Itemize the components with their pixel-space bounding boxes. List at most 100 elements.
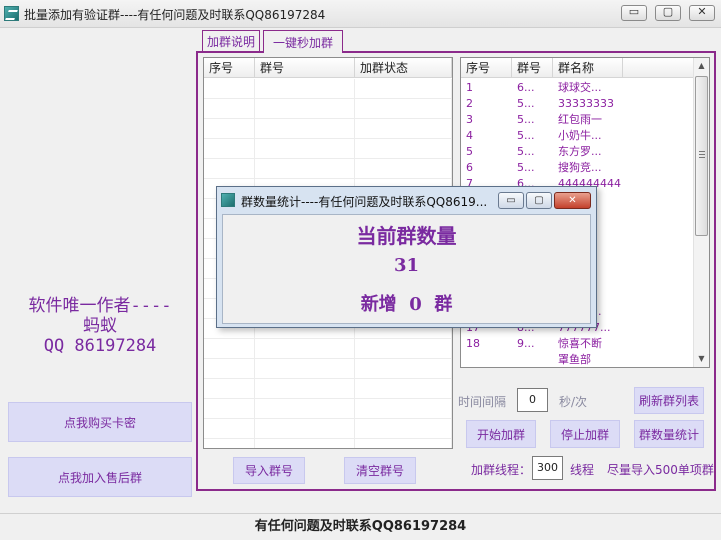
- table-row[interactable]: 6 5... 搜狗竞...: [461, 160, 694, 176]
- table-row[interactable]: 1 6... 球球交...: [461, 80, 694, 96]
- cell-num: 9...: [517, 337, 535, 350]
- interval-unit: 秒/次: [559, 395, 588, 409]
- grid-cell: [255, 359, 355, 379]
- new-unit: 群: [434, 294, 453, 315]
- col-index[interactable]: 序号: [204, 58, 255, 78]
- table-row[interactable]: 2 5... 33333333: [461, 96, 694, 112]
- grid-cell: [355, 79, 452, 99]
- close-icon: ✕: [568, 195, 577, 206]
- scroll-thumb[interactable]: [695, 76, 708, 236]
- cell-name: 33333333: [558, 97, 614, 110]
- table-row[interactable]: 4 5... 小奶牛...: [461, 128, 694, 144]
- cell-idx: 6: [466, 161, 473, 174]
- interval-label: 时间间隔: [458, 395, 507, 409]
- import-groups-button[interactable]: 导入群号: [233, 457, 305, 484]
- cell-idx: 4: [466, 129, 473, 142]
- grid-cell: [204, 359, 255, 379]
- cell-num: 6...: [517, 81, 535, 94]
- grid-cell: [355, 419, 452, 439]
- grid-cell: [355, 159, 452, 179]
- grid-cell: [255, 379, 355, 399]
- tab-quick-join[interactable]: 一键秒加群: [263, 30, 343, 53]
- col-join-status[interactable]: 加群状态: [355, 58, 452, 78]
- minimize-button[interactable]: ▭: [621, 5, 647, 21]
- grid-cell: [204, 379, 255, 399]
- grid-cell: [255, 119, 355, 139]
- dialog-maximize-button[interactable]: ▢: [526, 192, 552, 209]
- cell-name: 惊喜不断: [558, 337, 602, 350]
- new-count-value: 0: [409, 294, 422, 315]
- grid-cell: [204, 439, 255, 448]
- clear-groups-button[interactable]: 清空群号: [344, 457, 416, 484]
- join-group-button[interactable]: 点我加入售后群: [8, 457, 192, 497]
- cell-idx: 18: [466, 337, 480, 350]
- table-row[interactable]: 3 5... 红包雨一: [461, 112, 694, 128]
- table-row[interactable]: 罩鱼部: [461, 352, 694, 367]
- group-list-scrollbar[interactable]: ▲ ▼: [693, 58, 709, 367]
- maximize-icon: ▢: [662, 5, 674, 18]
- cell-idx: 1: [466, 81, 473, 94]
- stop-join-button[interactable]: 停止加群: [550, 420, 620, 448]
- table-row[interactable]: 5 5... 东方罗...: [461, 144, 694, 160]
- grid-cell: [255, 419, 355, 439]
- group-count-dialog: 群数量统计----有任何问题及时联系QQ8619... ▭ ▢ ✕ 当前群数量 …: [216, 186, 597, 328]
- threads-input[interactable]: 300: [532, 456, 563, 480]
- col-group-number[interactable]: 群号: [255, 58, 355, 78]
- grid-cell: [204, 339, 255, 359]
- cell-name: 球球交...: [558, 81, 602, 94]
- author-info: 软件唯一作者---- 蚂蚁 QQ 86197284: [0, 296, 200, 356]
- dialog-title-bar: 群数量统计----有任何问题及时联系QQ8619... ▭ ▢ ✕: [217, 187, 596, 213]
- grid-cell: [204, 119, 255, 139]
- maximize-icon: ▢: [534, 195, 544, 206]
- group-count-button[interactable]: 群数量统计: [634, 420, 704, 448]
- import-hint: 尽量导入500单项群: [607, 463, 714, 477]
- threads-label: 加群线程：: [471, 463, 532, 477]
- grid-cell: [255, 399, 355, 419]
- grid-cell: [355, 439, 452, 448]
- dialog-app-icon: [221, 193, 235, 207]
- cell-name: 搜狗竞...: [558, 161, 602, 174]
- cell-num: 5...: [517, 113, 535, 126]
- grid-cell: [255, 159, 355, 179]
- new-count-line: 新增 0 群: [223, 290, 590, 316]
- cell-num: 5...: [517, 129, 535, 142]
- grid-cell: [355, 119, 452, 139]
- author-line-2: 蚂蚁: [83, 316, 117, 336]
- grid-cell: [355, 359, 452, 379]
- author-line-1: 软件唯一作者----: [28, 296, 172, 316]
- dialog-minimize-button[interactable]: ▭: [498, 192, 524, 209]
- col-group-number[interactable]: 群号: [512, 58, 553, 78]
- col-index[interactable]: 序号: [461, 58, 512, 78]
- buy-card-button[interactable]: 点我购买卡密: [8, 402, 192, 442]
- cell-name: 小奶牛...: [558, 129, 602, 142]
- refresh-list-button[interactable]: 刷新群列表: [634, 387, 704, 414]
- start-join-button[interactable]: 开始加群: [466, 420, 536, 448]
- grid-cell: [355, 99, 452, 119]
- close-icon: ✕: [697, 5, 707, 18]
- scroll-down-icon[interactable]: ▼: [694, 351, 709, 367]
- grid-cell: [204, 79, 255, 99]
- dialog-body: 当前群数量 31 新增 0 群: [222, 214, 591, 324]
- close-button[interactable]: ✕: [689, 5, 715, 21]
- current-count-value: 31: [393, 255, 420, 276]
- table-row[interactable]: 18 9... 惊喜不断: [461, 336, 694, 352]
- dialog-close-button[interactable]: ✕: [554, 192, 591, 209]
- grid-cell: [255, 139, 355, 159]
- grid-cell: [204, 159, 255, 179]
- grid-cell: [255, 339, 355, 359]
- tab-instructions[interactable]: 加群说明: [202, 30, 260, 52]
- grid-cell: [355, 379, 452, 399]
- cell-name: 红包雨一: [558, 113, 602, 126]
- scroll-up-icon[interactable]: ▲: [694, 58, 709, 74]
- cell-idx: 2: [466, 97, 473, 110]
- grid-cell: [355, 399, 452, 419]
- cell-num: 5...: [517, 97, 535, 110]
- maximize-button[interactable]: ▢: [655, 5, 681, 21]
- cell-num: 5...: [517, 145, 535, 158]
- interval-input[interactable]: 0: [517, 388, 548, 412]
- title-bar: 批量添加有验证群----有任何问题及时联系QQ86197284 ▭ ▢ ✕: [0, 0, 721, 28]
- cell-name: 东方罗...: [558, 145, 602, 158]
- pending-list-header: 序号 群号 加群状态: [204, 58, 452, 78]
- grid-cell: [255, 79, 355, 99]
- col-group-name[interactable]: 群名称: [553, 58, 623, 78]
